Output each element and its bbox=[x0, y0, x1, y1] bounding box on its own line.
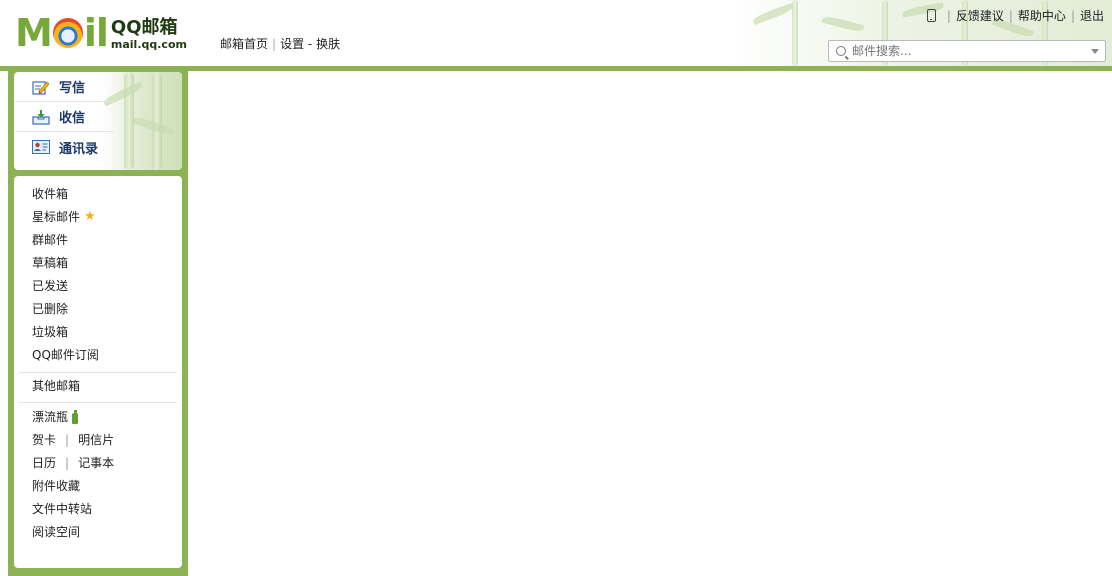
top-navigation: 邮箱首页 | 设置 - 换肤 bbox=[220, 37, 341, 51]
mail-search-box[interactable] bbox=[828, 40, 1106, 62]
contacts-card-icon bbox=[32, 139, 50, 155]
folder-inbox[interactable]: 收件箱 bbox=[32, 184, 68, 204]
header: Mil QQ邮箱 mail.qq.com 邮箱首页 | 设置 - 换肤 | 反馈建议… bbox=[0, 0, 1112, 66]
compose-button[interactable]: 写信 bbox=[14, 72, 114, 102]
compose-label: 写信 bbox=[59, 81, 86, 96]
qq-mail-logo[interactable]: Mil QQ邮箱 mail.qq.com bbox=[15, 12, 187, 52]
folder-sent[interactable]: 已发送 bbox=[32, 276, 68, 296]
change-skin-link[interactable]: 换肤 bbox=[316, 37, 340, 51]
folder-deleted[interactable]: 已删除 bbox=[32, 299, 68, 319]
star-icon: ★ bbox=[84, 209, 96, 224]
app-attachment-favorites[interactable]: 附件收藏 bbox=[32, 476, 80, 496]
app-notes[interactable]: 记事本 bbox=[78, 453, 114, 473]
moil-logo-mark: Mil bbox=[15, 11, 109, 55]
contacts-label: 通讯录 bbox=[59, 141, 99, 157]
app-greeting-card[interactable]: 贺卡 bbox=[32, 430, 56, 450]
mailbox-home-link[interactable]: 邮箱首页 bbox=[220, 37, 268, 51]
help-center-link[interactable]: 帮助中心 bbox=[1018, 7, 1066, 24]
folder-starred[interactable]: 星标邮件 ★ bbox=[32, 207, 96, 227]
folder-divider bbox=[19, 372, 177, 373]
contacts-button[interactable]: 通讯录 bbox=[14, 132, 114, 162]
app-calendar[interactable]: 日历 bbox=[32, 453, 56, 473]
folder-subscriptions[interactable]: QQ邮件订阅 bbox=[32, 345, 99, 365]
brand-name: QQ邮箱 bbox=[110, 17, 178, 38]
bamboo-sidebar-decoration bbox=[102, 72, 182, 170]
brand-url: mail.qq.com bbox=[110, 38, 187, 51]
app-drift-bottle[interactable]: 漂流瓶 bbox=[32, 407, 79, 427]
folder-spam[interactable]: 垃圾箱 bbox=[32, 322, 68, 342]
folder-list: 收件箱 星标邮件 ★ 群邮件 草稿箱 已发送 已删除 垃圾箱 QQ邮件订阅 其他邮… bbox=[14, 176, 182, 568]
app-postcard[interactable]: 明信片 bbox=[78, 430, 114, 450]
search-input[interactable] bbox=[852, 44, 1091, 58]
settings-link[interactable]: 设置 bbox=[280, 37, 304, 51]
quick-actions-panel: 写信 收信 通讯录 bbox=[14, 72, 182, 170]
logout-link[interactable]: 退出 bbox=[1080, 7, 1104, 24]
receive-mail-label: 收信 bbox=[59, 111, 86, 126]
feedback-link[interactable]: 反馈建议 bbox=[956, 7, 1004, 24]
bottle-icon bbox=[72, 409, 79, 424]
folder-drafts[interactable]: 草稿箱 bbox=[32, 253, 68, 273]
app-file-transfer-station[interactable]: 文件中转站 bbox=[32, 499, 92, 519]
main-content-area bbox=[188, 71, 1112, 576]
mobile-phone-icon[interactable] bbox=[926, 9, 936, 22]
search-dropdown-arrow-icon[interactable] bbox=[1091, 48, 1099, 54]
compose-icon bbox=[32, 79, 50, 95]
moil-o-icon bbox=[52, 18, 83, 48]
search-icon bbox=[836, 46, 846, 56]
folder-other-mailboxes[interactable]: 其他邮箱 bbox=[32, 376, 80, 396]
receive-mail-button[interactable]: 收信 bbox=[14, 102, 114, 132]
sidebar: 写信 收信 通讯录 收件箱 星标邮件 ★ 群邮件 草稿箱 已发送 已删除 垃圾箱… bbox=[8, 66, 188, 576]
top-right-links: | 反馈建议 | 帮助中心 | 退出 bbox=[926, 7, 1104, 24]
app-reading-space[interactable]: 阅读空间 bbox=[32, 522, 80, 542]
dash-separator: - bbox=[307, 37, 313, 51]
folder-group-mail[interactable]: 群邮件 bbox=[32, 230, 68, 250]
inbox-download-icon bbox=[32, 109, 50, 125]
folder-divider bbox=[19, 402, 177, 403]
